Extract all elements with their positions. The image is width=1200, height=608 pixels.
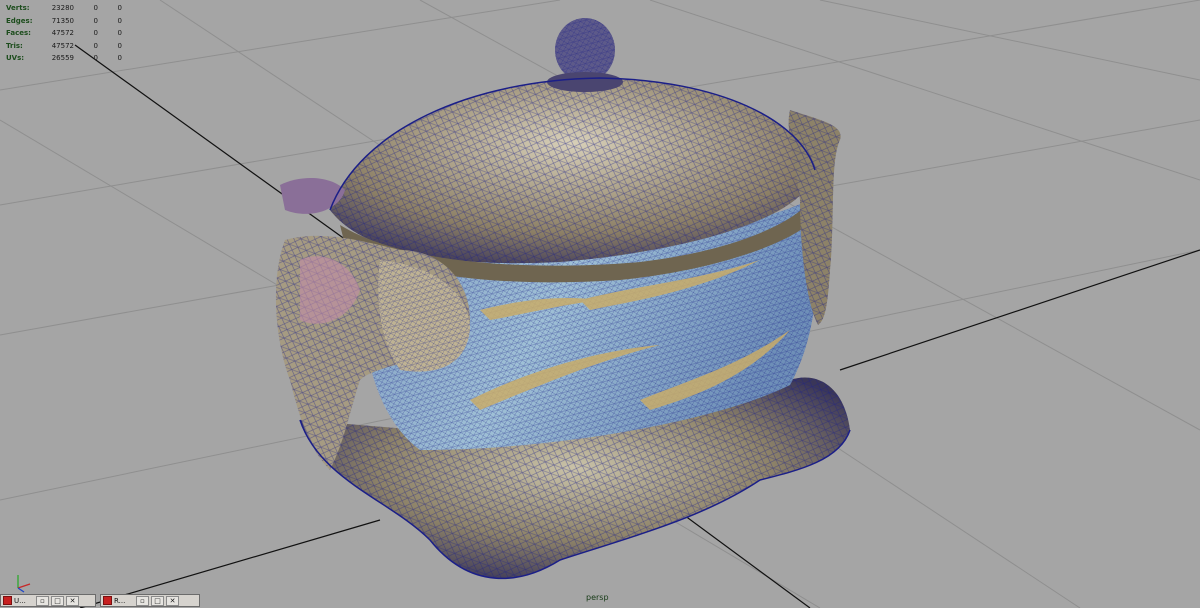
maximize-button[interactable]: □	[51, 595, 64, 606]
hud-selected: 0	[93, 16, 98, 25]
minimized-window-2[interactable]: R... ▫ □ ✕	[100, 594, 200, 607]
restore-button[interactable]: ▫	[36, 595, 49, 606]
hud-component: 0	[117, 54, 122, 63]
hud-value: 23280	[51, 4, 74, 12]
hud-selected: 0	[93, 41, 98, 50]
hud-label: UVs:	[6, 54, 25, 63]
hud-component: 0	[117, 41, 122, 50]
window-title: R...	[114, 596, 126, 605]
minimized-window-1[interactable]: U... ▫ □ ✕	[0, 594, 96, 607]
hud-component: 0	[117, 16, 122, 25]
restore-button[interactable]: ▫	[136, 595, 149, 606]
maximize-button[interactable]: □	[151, 595, 164, 606]
app-icon	[3, 596, 12, 605]
hud-label: Faces:	[6, 29, 31, 38]
hud-component: 0	[117, 4, 122, 12]
hud-selected: 0	[93, 4, 98, 12]
hud-row-verts: Verts: 23280 0 0	[6, 2, 122, 15]
hud-selected: 0	[93, 54, 98, 63]
view-axis-gizmo-icon	[17, 575, 31, 593]
hud-value: 26559	[51, 54, 74, 63]
mesh-model-ornate-box[interactable]	[275, 18, 851, 580]
hud-row-tris: Tris: 47572 0 0	[6, 40, 122, 53]
scene-canvas[interactable]	[0, 0, 1200, 608]
hud-row-edges: Edges: 71350 0 0	[6, 15, 122, 28]
window-title: U...	[14, 596, 26, 605]
minimized-windows-bar: U... ▫ □ ✕ R... ▫ □ ✕	[0, 594, 210, 608]
hud-value: 71350	[51, 16, 74, 25]
close-button[interactable]: ✕	[166, 595, 179, 606]
hud-row-uvs: UVs: 26559 0 0	[6, 52, 122, 65]
hud-label: Tris:	[6, 41, 23, 50]
hud-value: 47572	[51, 41, 74, 50]
3d-viewport[interactable]: Verts: 23280 0 0 Edges: 71350 0 0 Faces:…	[0, 0, 1200, 608]
app-icon	[103, 596, 112, 605]
hud-label: Verts:	[6, 4, 30, 12]
camera-name-label: persp	[586, 593, 609, 602]
close-button[interactable]: ✕	[66, 595, 79, 606]
poly-count-hud: Verts: 23280 0 0 Edges: 71350 0 0 Faces:…	[6, 2, 122, 65]
hud-label: Edges:	[6, 16, 33, 25]
hud-row-faces: Faces: 47572 0 0	[6, 27, 122, 40]
hud-value: 47572	[51, 29, 74, 38]
hud-component: 0	[117, 29, 122, 38]
hud-selected: 0	[93, 29, 98, 38]
